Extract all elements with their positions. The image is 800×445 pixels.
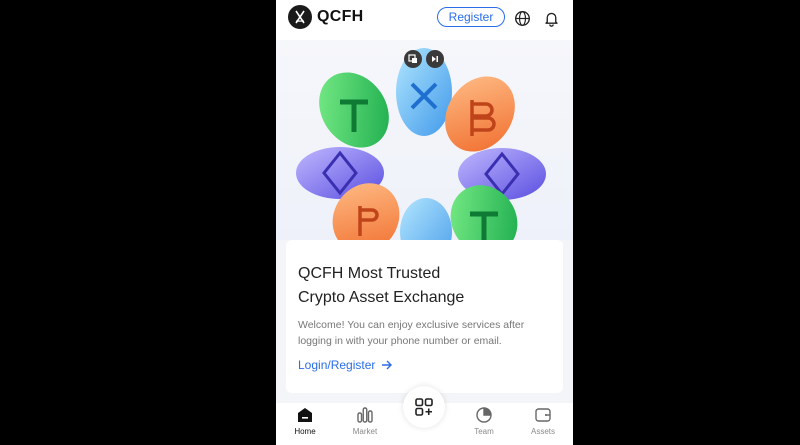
login-register-link[interactable]: Login/Register: [298, 358, 393, 372]
arrow-right-icon: [382, 360, 393, 370]
register-button[interactable]: Register: [437, 7, 505, 27]
market-icon: [357, 407, 373, 423]
crypto-coins-illustration: [296, 48, 546, 266]
nav-assets[interactable]: Assets: [518, 406, 568, 436]
nav-home[interactable]: Home: [280, 406, 330, 436]
top-bar: QCFH Register: [276, 0, 573, 40]
wallet-icon: [535, 408, 551, 422]
welcome-card: QCFH Most Trusted Crypto Asset Exchange …: [286, 240, 563, 393]
picture-in-picture-icon[interactable]: [404, 50, 422, 68]
team-icon: [476, 407, 492, 423]
globe-icon[interactable]: [512, 8, 532, 28]
bell-icon[interactable]: [541, 8, 561, 28]
apps-icon: [415, 398, 433, 416]
nav-team[interactable]: Team: [459, 406, 509, 436]
brand-logo[interactable]: [288, 5, 312, 29]
app-screen: QCFH Register QCFH Most Trusted Crypto A…: [276, 0, 573, 445]
card-title-line-2: Crypto Asset Exchange: [298, 289, 465, 306]
card-description: Welcome! You can enjoy exclusive service…: [298, 319, 525, 347]
nav-team-label: Team: [474, 427, 494, 436]
card-title-line-1: QCFH Most Trusted: [298, 265, 441, 282]
coin-bottom: [400, 198, 452, 266]
home-icon: [298, 408, 312, 422]
apps-button[interactable]: [403, 386, 445, 428]
logo-mark-icon: [295, 10, 305, 24]
nav-home-label: Home: [294, 427, 316, 436]
card-title: QCFH Most Trusted Crypto Asset Exchange: [298, 262, 464, 310]
brand-name: QCFH: [317, 8, 364, 25]
login-register-label: Login/Register: [298, 358, 376, 372]
nav-market[interactable]: Market: [340, 406, 390, 436]
hero-banner: [276, 40, 573, 266]
skip-icon[interactable]: [426, 50, 444, 68]
nav-market-label: Market: [352, 427, 378, 436]
nav-assets-label: Assets: [530, 427, 555, 436]
